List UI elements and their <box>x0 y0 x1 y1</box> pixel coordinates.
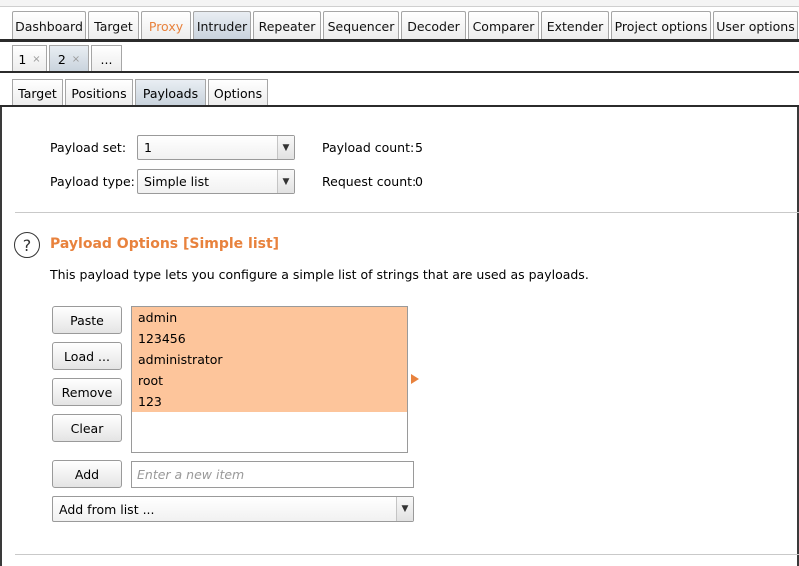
payload-set-select[interactable]: 1 ▼ <box>137 135 295 160</box>
payload-type-select[interactable]: Simple list ▼ <box>137 169 295 194</box>
payload-type-value: Simple list <box>144 174 210 189</box>
tab-target[interactable]: Target <box>88 11 139 40</box>
tab-user-options[interactable]: User options <box>713 11 798 40</box>
subtab-positions[interactable]: Positions <box>65 79 133 106</box>
subtab-payloads[interactable]: Payloads <box>135 79 206 106</box>
payload-list[interactable]: admin 123456 administrator root 123 <box>131 306 408 453</box>
remove-button[interactable]: Remove <box>52 378 122 406</box>
add-button[interactable]: Add <box>52 460 122 488</box>
new-tab-label: ... <box>100 51 113 67</box>
list-item[interactable]: admin <box>132 307 407 328</box>
load-button[interactable]: Load ... <box>52 342 122 370</box>
new-item-input[interactable] <box>131 461 414 488</box>
add-from-list-value: Add from list ... <box>59 501 155 517</box>
section-divider <box>15 554 799 555</box>
attack-tab-2[interactable]: 2 × <box>49 45 89 72</box>
question-circle-icon[interactable]: ? <box>14 232 40 258</box>
request-count-label: Request count: <box>322 174 417 189</box>
tab-extender[interactable]: Extender <box>541 11 609 40</box>
tab-sequencer[interactable]: Sequencer <box>323 11 399 40</box>
list-item[interactable]: 123 <box>132 391 407 412</box>
chevron-down-icon[interactable]: ▼ <box>396 497 413 521</box>
tab-decoder[interactable]: Decoder <box>401 11 466 40</box>
attack-tab-divider <box>0 71 799 73</box>
tab-dashboard[interactable]: Dashboard <box>12 11 86 40</box>
payload-type-label: Payload type: <box>50 174 135 189</box>
clear-button[interactable]: Clear <box>52 414 122 442</box>
payload-set-label: Payload set: <box>50 140 127 155</box>
add-from-list-select[interactable]: Add from list ... ▼ <box>52 496 414 522</box>
list-item[interactable]: administrator <box>132 349 407 370</box>
tab-intruder[interactable]: Intruder <box>193 11 251 40</box>
sub-tabs: Target Positions Payloads Options <box>12 79 270 106</box>
tab-proxy[interactable]: Proxy <box>141 11 191 40</box>
panel-left-edge <box>0 107 2 566</box>
section-title: Payload Options [Simple list] <box>50 236 280 252</box>
attack-tab-1[interactable]: 1 × <box>12 45 47 72</box>
tab-divider <box>0 39 799 42</box>
attack-tab-label: 2 <box>57 51 66 67</box>
tab-repeater[interactable]: Repeater <box>253 11 321 40</box>
section-description: This payload type lets you configure a s… <box>50 267 589 282</box>
paste-button[interactable]: Paste <box>52 306 122 334</box>
tab-comparer[interactable]: Comparer <box>468 11 539 40</box>
close-icon[interactable]: × <box>32 54 40 65</box>
close-icon[interactable]: × <box>72 54 80 65</box>
main-tabs: Dashboard Target Proxy Intruder Repeater… <box>12 9 799 40</box>
payload-count-label: Payload count: <box>322 140 415 155</box>
payload-count-value: 5 <box>415 140 423 155</box>
new-attack-tab[interactable]: ... <box>91 45 122 72</box>
section-divider <box>15 212 799 213</box>
attack-tab-label: 1 <box>18 51 27 67</box>
payload-set-value: 1 <box>144 140 152 155</box>
menu-strip <box>0 0 799 7</box>
subtab-target[interactable]: Target <box>12 79 63 106</box>
list-item[interactable]: 123456 <box>132 328 407 349</box>
request-count-value: 0 <box>415 174 423 189</box>
list-item[interactable]: root <box>132 370 407 391</box>
tab-project-options[interactable]: Project options <box>611 11 711 40</box>
chevron-down-icon[interactable]: ▼ <box>277 136 294 159</box>
triangle-right-icon <box>411 374 419 384</box>
attack-tabs: 1 × 2 × ... <box>12 45 124 72</box>
chevron-down-icon[interactable]: ▼ <box>277 170 294 193</box>
subtab-options[interactable]: Options <box>208 79 268 106</box>
